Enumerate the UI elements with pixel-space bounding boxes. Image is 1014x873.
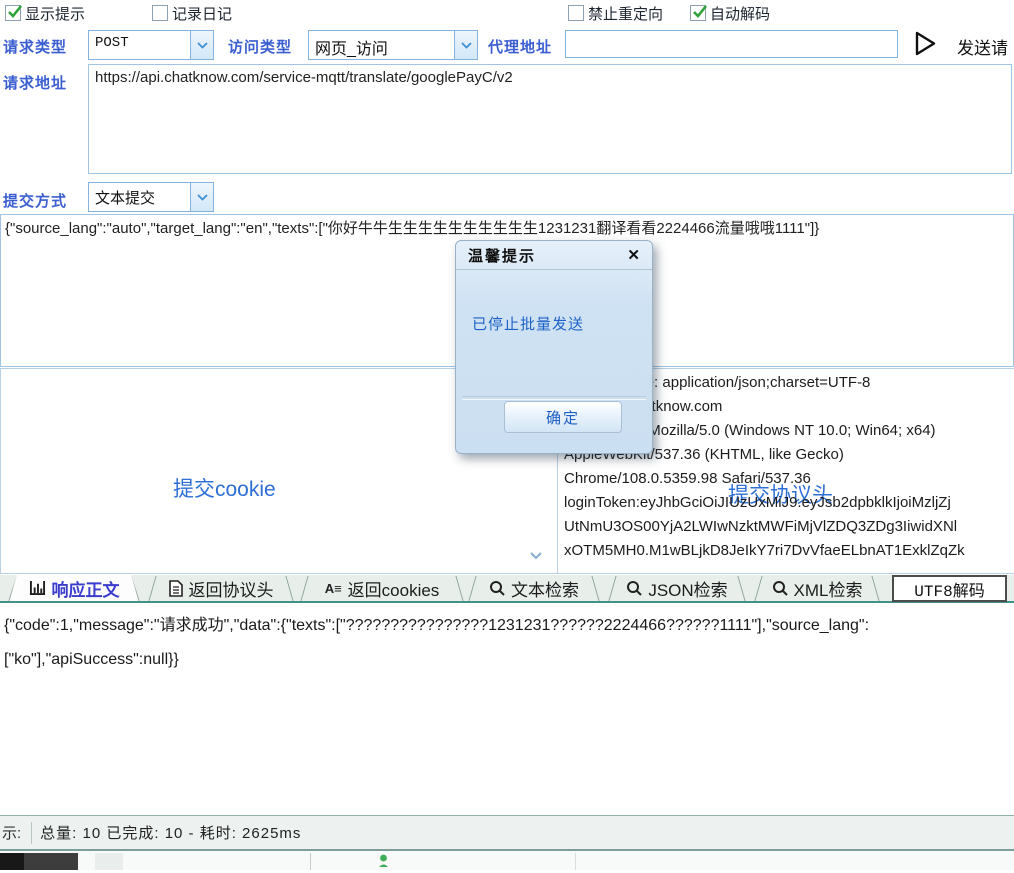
checkbox-checked-icon[interactable] [5,5,21,21]
list-icon: A≡ [325,581,342,596]
chart-icon [29,580,46,596]
checkbox-label: 记录日记 [172,3,232,24]
submit-method-label: 提交方式 [3,190,67,211]
request-url-value: https://api.chatknow.com/service-mqtt/tr… [95,69,513,86]
tab-label: 文本检索 [511,576,579,601]
submit-method-value: 文本提交 [89,183,190,211]
background-window-block [24,853,78,870]
tab-label: JSON检索 [648,576,727,601]
request-type-value: POST [89,31,190,59]
checkbox-unchecked-icon[interactable] [152,5,168,21]
dialog-message: 已停止批量发送 [472,313,584,334]
close-icon[interactable]: ✕ [627,246,640,264]
tab-json-search[interactable]: JSON检索 [608,575,746,601]
dialog-title: 温馨提示 [468,245,627,266]
tab-text-search[interactable]: 文本检索 [468,575,600,601]
checkbox-no-redirect[interactable]: 禁止重定向 [568,4,663,22]
checkbox-label: 禁止重定向 [588,3,663,24]
request-url-label: 请求地址 [3,72,67,93]
checkbox-show-tips[interactable]: 显示提示 [5,4,85,22]
request-type-label: 请求类型 [3,36,67,57]
chevron-down-icon[interactable] [190,183,213,211]
result-tabbar: 响应正文 返回协议头 A≡ 返回cookies 文本检索 JSON检索 XML检… [0,575,1014,603]
tab-response-headers[interactable]: 返回协议头 [148,575,294,601]
access-type-label: 访问类型 [228,36,292,57]
checkbox-log-diary[interactable]: 记录日记 [152,4,232,22]
search-icon [626,580,642,596]
header-line: loginToken:eyJhbGciOiJIUzUxMiJ9.eyJsb2dp… [564,491,1014,515]
background-window-divider [310,853,311,870]
tip-dialog: 温馨提示 ✕ 已停止批量发送 确定 [455,240,653,454]
send-request-button[interactable] [912,30,938,62]
response-line: ["ko"],"apiSuccess":null}} [0,643,1014,677]
response-body-panel[interactable]: {"code":1,"message":"请求成功","data":{"text… [0,603,1014,813]
tab-label: XML检索 [794,576,863,601]
search-icon [772,580,788,596]
http-debugger-window: { "toolbar": { "checkboxes": [ {"label":… [0,0,1014,868]
scroll-down-icon[interactable] [529,547,543,565]
proxy-label: 代理地址 [488,36,552,57]
tab-label: 响应正文 [52,576,120,601]
checkbox-label: 自动解码 [710,3,770,24]
response-line: {"code":1,"message":"请求成功","data":{"text… [0,603,1014,643]
ok-button[interactable]: 确定 [504,401,622,433]
checkbox-unchecked-icon[interactable] [568,5,584,21]
request-type-select[interactable]: POST [88,30,214,60]
access-type-select[interactable]: 网页_访问 [308,30,478,60]
access-type-value: 网页_访问 [309,31,454,59]
tab-label: 返回协议头 [189,576,274,601]
status-summary: 总量: 10 已完成: 10 - 耗时: 2625ms [40,822,301,843]
header-line: Chrome/108.0.5359.98 Safari/537.36 [564,467,1014,491]
header-line: xOTM5MH0.M1wBLjkD8JeIkY7ri7DvVfaeELbnAT1… [564,539,1014,563]
cookie-watermark: 提交cookie [173,473,276,503]
status-bar: 示: 总量: 10 已完成: 10 - 耗时: 2625ms [0,815,1014,849]
status-prefix: 示: [0,822,21,843]
green-status-icon [378,854,389,873]
document-icon [169,580,183,597]
request-url-input[interactable]: https://api.chatknow.com/service-mqtt/tr… [88,64,1012,174]
submit-method-select[interactable]: 文本提交 [88,182,214,212]
chevron-down-icon[interactable] [454,31,477,59]
play-triangle-icon [912,30,938,57]
header-line: UtNmU3OS00YjA2LWIwNzktMWFiMjVlZDQ3ZDg3Ii… [564,515,1014,539]
utf8-decode-button[interactable]: UTF8解码 [892,575,1007,602]
dialog-separator [462,396,646,400]
tab-label: 返回cookies [348,576,440,601]
proxy-input[interactable] [565,30,898,58]
checkbox-auto-decode[interactable]: 自动解码 [690,4,770,22]
background-window-divider [575,853,576,870]
checkbox-label: 显示提示 [25,3,85,24]
tab-xml-search[interactable]: XML检索 [754,575,880,601]
chevron-down-icon[interactable] [190,31,213,59]
send-request-label[interactable]: 发送请 [957,34,1008,59]
background-window-strip [0,849,1014,870]
background-window-block [0,853,24,870]
status-separator [31,822,32,844]
tab-response-body[interactable]: 响应正文 [8,575,140,601]
request-body-value: {"source_lang":"auto","target_lang":"en"… [5,220,819,237]
checkbox-checked-icon[interactable] [690,5,706,21]
search-icon [489,580,505,596]
tab-response-cookies[interactable]: A≡ 返回cookies [300,575,464,601]
dialog-titlebar: 温馨提示 ✕ [456,241,652,270]
background-window-cell [95,853,123,870]
